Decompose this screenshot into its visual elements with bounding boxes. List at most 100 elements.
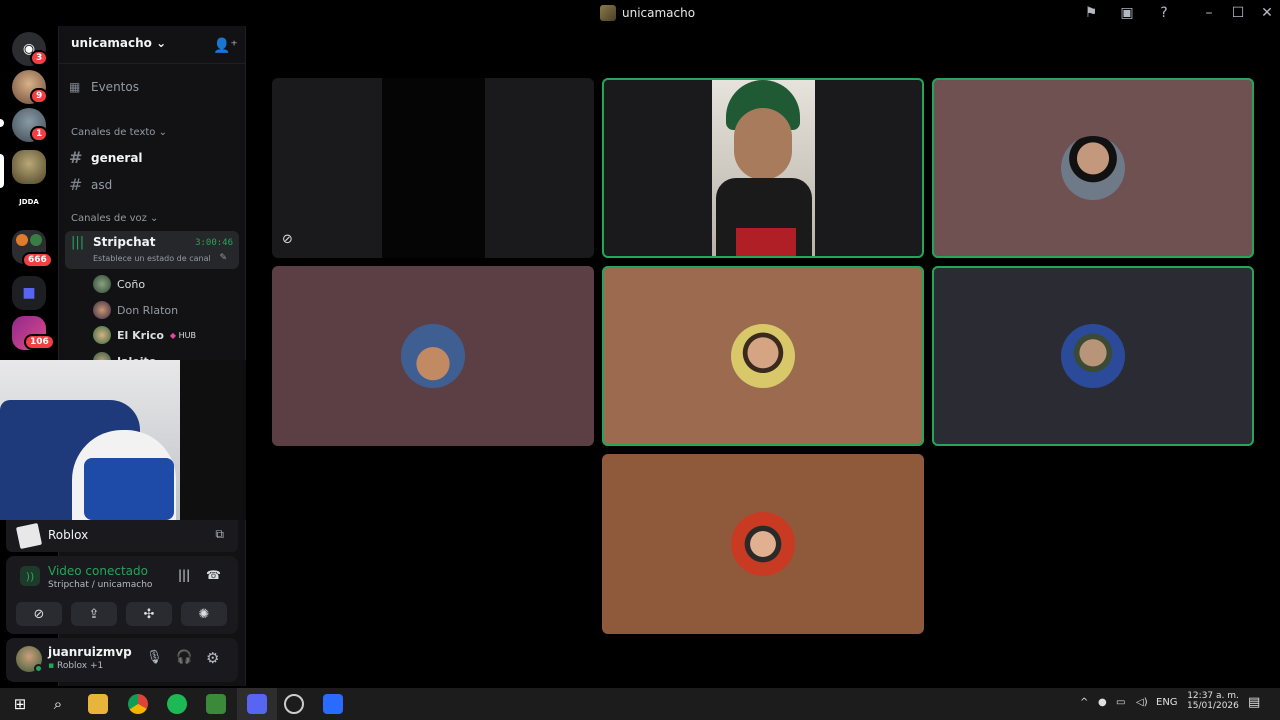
chevron-down-icon: ⌄ [156,36,167,50]
share-screen-button[interactable]: ⇪ [71,602,117,626]
username[interactable]: juanruizmvp [48,645,132,659]
volume-icon[interactable]: ◁) [1136,697,1148,708]
video-tile-avatar[interactable] [602,266,924,446]
notifications-icon[interactable]: ▤ [1248,695,1260,710]
network-icon[interactable]: ▭ [1116,697,1125,708]
signal-icon[interactable]: )) [20,566,40,586]
roblox-taskbar-icon[interactable] [323,694,343,714]
settings-gear-icon[interactable]: ⚙ [206,649,219,667]
help-icon[interactable]: ? [1153,3,1175,23]
camera-off-icon: ⊘ [282,232,293,247]
divider [59,63,247,64]
server-icon [600,5,616,21]
voice-status-text[interactable]: Video conectado [48,564,148,578]
participant-avatar [1061,136,1125,200]
online-status-dot [34,664,43,673]
voice-location-text[interactable]: Stripchat / unicamacho [48,580,152,590]
search-icon[interactable]: ⌕ [48,694,68,714]
clock-time: 12:37 a. m. [1187,691,1239,701]
activity-bar[interactable]: Roblox ⧉ [6,520,238,552]
channel-asd[interactable]: # asd [69,175,112,194]
server-name-header[interactable]: unicamacho ⌄ [71,36,166,50]
windows-start-icon[interactable]: ⊞ [10,694,30,714]
participant-avatar [731,324,795,388]
inbox-icon[interactable]: ▣ [1116,3,1138,23]
flag-icon[interactable]: ⚑ [1080,3,1102,23]
voice-member[interactable]: Don Rlaton [93,301,178,319]
participant-avatar [401,324,465,388]
voice-channel-stripchat[interactable]: ||| Stripchat 3:00:46 Establece un estad… [65,231,239,269]
chrome-icon[interactable] [128,694,148,714]
events-item[interactable]: ▦ Eventos [69,80,139,94]
voice-member[interactable]: El Krico ◆ HUB [93,326,196,344]
server-icon-3[interactable]: 1 [12,108,49,142]
activities-button[interactable]: ✣ [126,602,172,626]
server-icon-2[interactable]: 9 [12,70,49,104]
server-badge: 106 [24,334,55,350]
voice-category-label: Canales de voz [71,213,147,224]
voice-connection-panel: )) Video conectado Stripchat / unicamach… [6,556,238,634]
chevron-up-icon[interactable]: ^ [1080,697,1088,708]
file-explorer-icon[interactable] [88,694,108,714]
video-tile-dark[interactable]: ⊘ [272,78,594,258]
obs-icon[interactable] [284,694,304,714]
roblox-icon [15,522,43,550]
camera-off-button[interactable]: ⊘ [16,602,62,626]
disconnect-icon[interactable]: ☎ [206,568,221,582]
soundboard-icon: ✺ [198,606,210,622]
maximize-button[interactable]: ☐ [1227,3,1249,23]
window-title: unicamacho [600,5,695,21]
server-badge: 9 [30,88,49,104]
text-category[interactable]: Canales de texto ⌄ [71,127,167,138]
stream-screen-icon[interactable]: ⧉ [215,527,224,542]
server-icon-unicamacho[interactable] [12,150,46,184]
user-activity-text: Roblox +1 [56,661,104,671]
pencil-icon[interactable]: ✎ [219,253,227,263]
avatar [93,275,111,293]
share-screen-icon: ⇪ [88,606,100,622]
voice-member[interactable]: Coño [93,275,145,293]
member-name: Coño [117,277,146,291]
selected-pill [0,154,4,188]
unread-pill [0,119,4,127]
server-label-jdda[interactable]: JDDA [12,198,46,206]
server-icon-8[interactable]: 106 [12,316,55,350]
noise-suppression-icon[interactable]: ||| [178,568,190,582]
folder-badge: 666 [22,252,53,268]
add-user-icon[interactable]: 👤⁺ [213,38,238,54]
participant-avatar [1061,324,1125,388]
video-tile-avatar[interactable] [602,454,924,634]
minecraft-icon[interactable] [206,694,226,714]
server-name: unicamacho [71,36,152,50]
video-tile-avatar[interactable] [272,266,594,446]
spotify-icon[interactable] [167,694,187,714]
server-badge: 1 [30,126,49,142]
folder-icon[interactable]: 666 [12,230,53,268]
member-name: El Krico [117,328,164,342]
channel-name: asd [91,177,113,192]
discord-home-icon[interactable]: ◉ 3 [12,32,49,66]
activities-icon: ✣ [143,606,155,622]
microphone-icon[interactable]: 🎙 [146,650,163,665]
folder-blue-icon[interactable]: ■ [12,276,46,310]
soundboard-button[interactable]: ✺ [181,602,227,626]
channel-status-placeholder[interactable]: Establece un estado de canal [93,254,211,263]
voice-category[interactable]: Canales de voz ⌄ [71,213,158,224]
minimize-button[interactable]: – [1198,3,1220,23]
self-camera-preview[interactable] [0,360,285,520]
video-tile-live[interactable] [602,78,924,258]
member-name: Don Rlaton [117,303,179,317]
clock[interactable]: 12:37 a. m. 15/01/2026 [1187,691,1239,711]
hash-icon: # [69,148,83,167]
close-button[interactable]: ✕ [1256,3,1278,23]
channel-general[interactable]: # general [69,148,143,167]
language-indicator[interactable]: ENG [1156,697,1178,708]
video-tile-avatar[interactable] [932,78,1254,258]
windows-taskbar: ⊞ ⌕ ^ ● ▭ ◁) ENG 12:37 a. m. 15/01/2026 … [0,688,1280,720]
discord-taskbar-icon[interactable] [247,694,267,714]
microphone-tray-icon[interactable]: ● [1098,697,1107,708]
activity-game-name: Roblox [48,528,89,542]
headphones-icon[interactable]: 🎧 [176,650,192,665]
avatar [93,301,111,319]
video-tile-avatar[interactable] [932,266,1254,446]
